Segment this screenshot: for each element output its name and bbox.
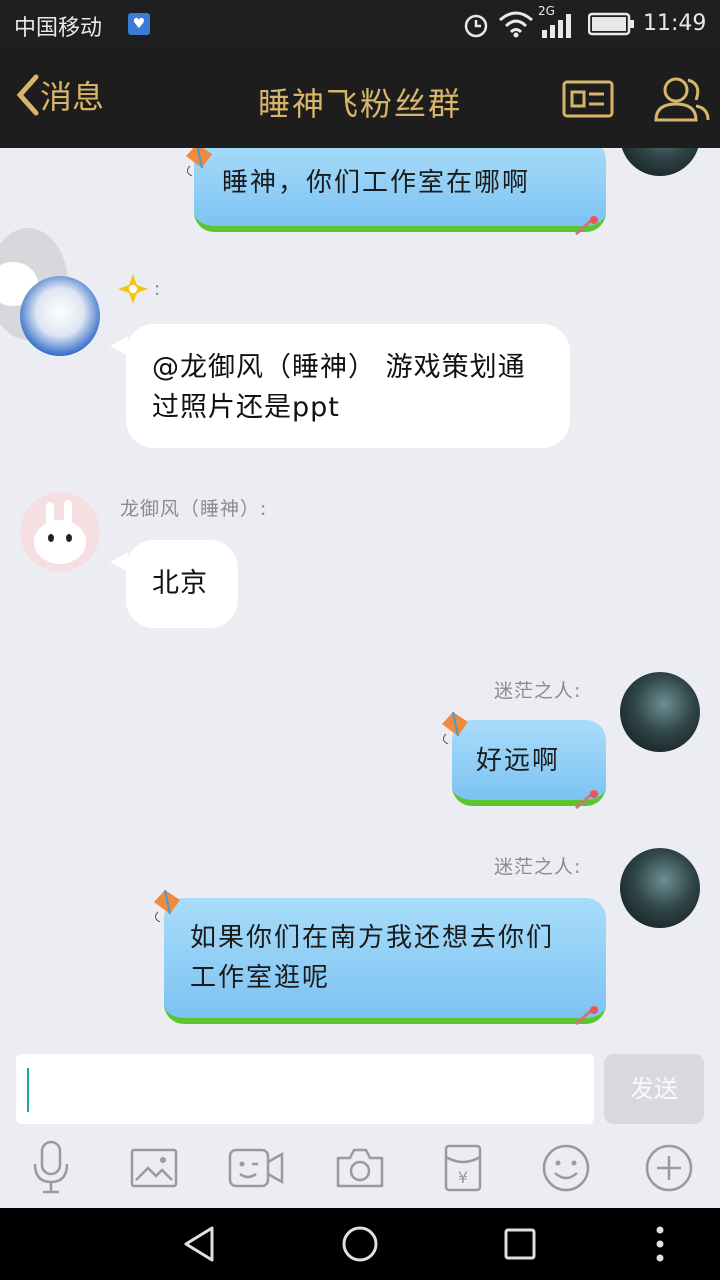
pin-decoration-icon	[575, 216, 598, 236]
message-text: @龙御风（睡神） 游戏策划通过照片还是ppt	[152, 352, 526, 423]
avatar[interactable]	[620, 148, 700, 176]
message-text: 北京	[152, 568, 208, 599]
chat-bubble[interactable]: @龙御风（睡神） 游戏策划通过照片还是ppt	[126, 324, 570, 448]
microphone-icon[interactable]	[23, 1140, 79, 1196]
send-button[interactable]: 发送	[604, 1054, 704, 1124]
chat-bubble[interactable]: 北京	[126, 540, 238, 628]
sender-name: 迷茫之人:	[494, 856, 582, 878]
text-caret	[27, 1068, 29, 1112]
image-icon[interactable]	[126, 1140, 182, 1196]
nav-back-icon[interactable]	[178, 1222, 222, 1266]
carrier-name: 中国移动	[14, 16, 103, 41]
message-text: 好远啊	[476, 746, 561, 776]
kite-icon	[186, 148, 212, 176]
nav-more-icon[interactable]	[638, 1222, 682, 1266]
svg-text:¥: ¥	[458, 1168, 468, 1187]
bubble-tail	[110, 552, 128, 572]
avatar[interactable]	[620, 848, 700, 928]
signal-icon	[542, 14, 571, 38]
group-members-icon[interactable]	[652, 72, 710, 126]
sparkle-badge-icon	[118, 274, 148, 304]
video-call-icon[interactable]	[228, 1140, 284, 1196]
battery-icon	[588, 12, 634, 36]
avatar[interactable]	[620, 672, 700, 752]
chat-message-list[interactable]: 睡神，你们工作室在哪啊 : @龙御风（睡神） 游戏策划通过照片还是ppt 龙御风…	[0, 148, 720, 1048]
bubble-tail	[110, 336, 128, 356]
kite-icon	[442, 711, 468, 744]
sender-name: 龙御风（睡神）:	[120, 498, 268, 520]
avatar[interactable]	[20, 492, 100, 572]
plus-icon[interactable]	[641, 1140, 697, 1196]
message-text: 睡神，你们工作室在哪啊	[222, 168, 531, 198]
kite-icon	[154, 889, 180, 922]
health-app-icon: ♥	[128, 13, 150, 35]
emoji-icon[interactable]	[538, 1140, 594, 1196]
message-text: 如果你们在南方我还想去你们工作室逛呢	[190, 923, 555, 993]
group-profile-card-icon[interactable]	[562, 78, 614, 120]
nav-recents-icon[interactable]	[498, 1222, 542, 1266]
pin-decoration-icon	[575, 1006, 598, 1026]
nav-home-icon[interactable]	[338, 1222, 382, 1266]
chat-bubble[interactable]: 睡神，你们工作室在哪啊	[194, 148, 606, 232]
red-packet-icon[interactable]: ¥	[435, 1140, 491, 1196]
sender-name: 迷茫之人:	[494, 680, 582, 702]
avatar[interactable]	[20, 276, 100, 356]
sender-name: :	[154, 278, 162, 300]
camera-icon[interactable]	[332, 1140, 388, 1196]
wifi-icon	[499, 11, 533, 38]
alarm-icon	[464, 14, 488, 38]
clock: 11:49	[643, 11, 707, 36]
pin-decoration-icon	[575, 790, 598, 810]
chat-bubble[interactable]: 如果你们在南方我还想去你们工作室逛呢	[164, 898, 606, 1024]
message-input[interactable]	[16, 1054, 594, 1124]
